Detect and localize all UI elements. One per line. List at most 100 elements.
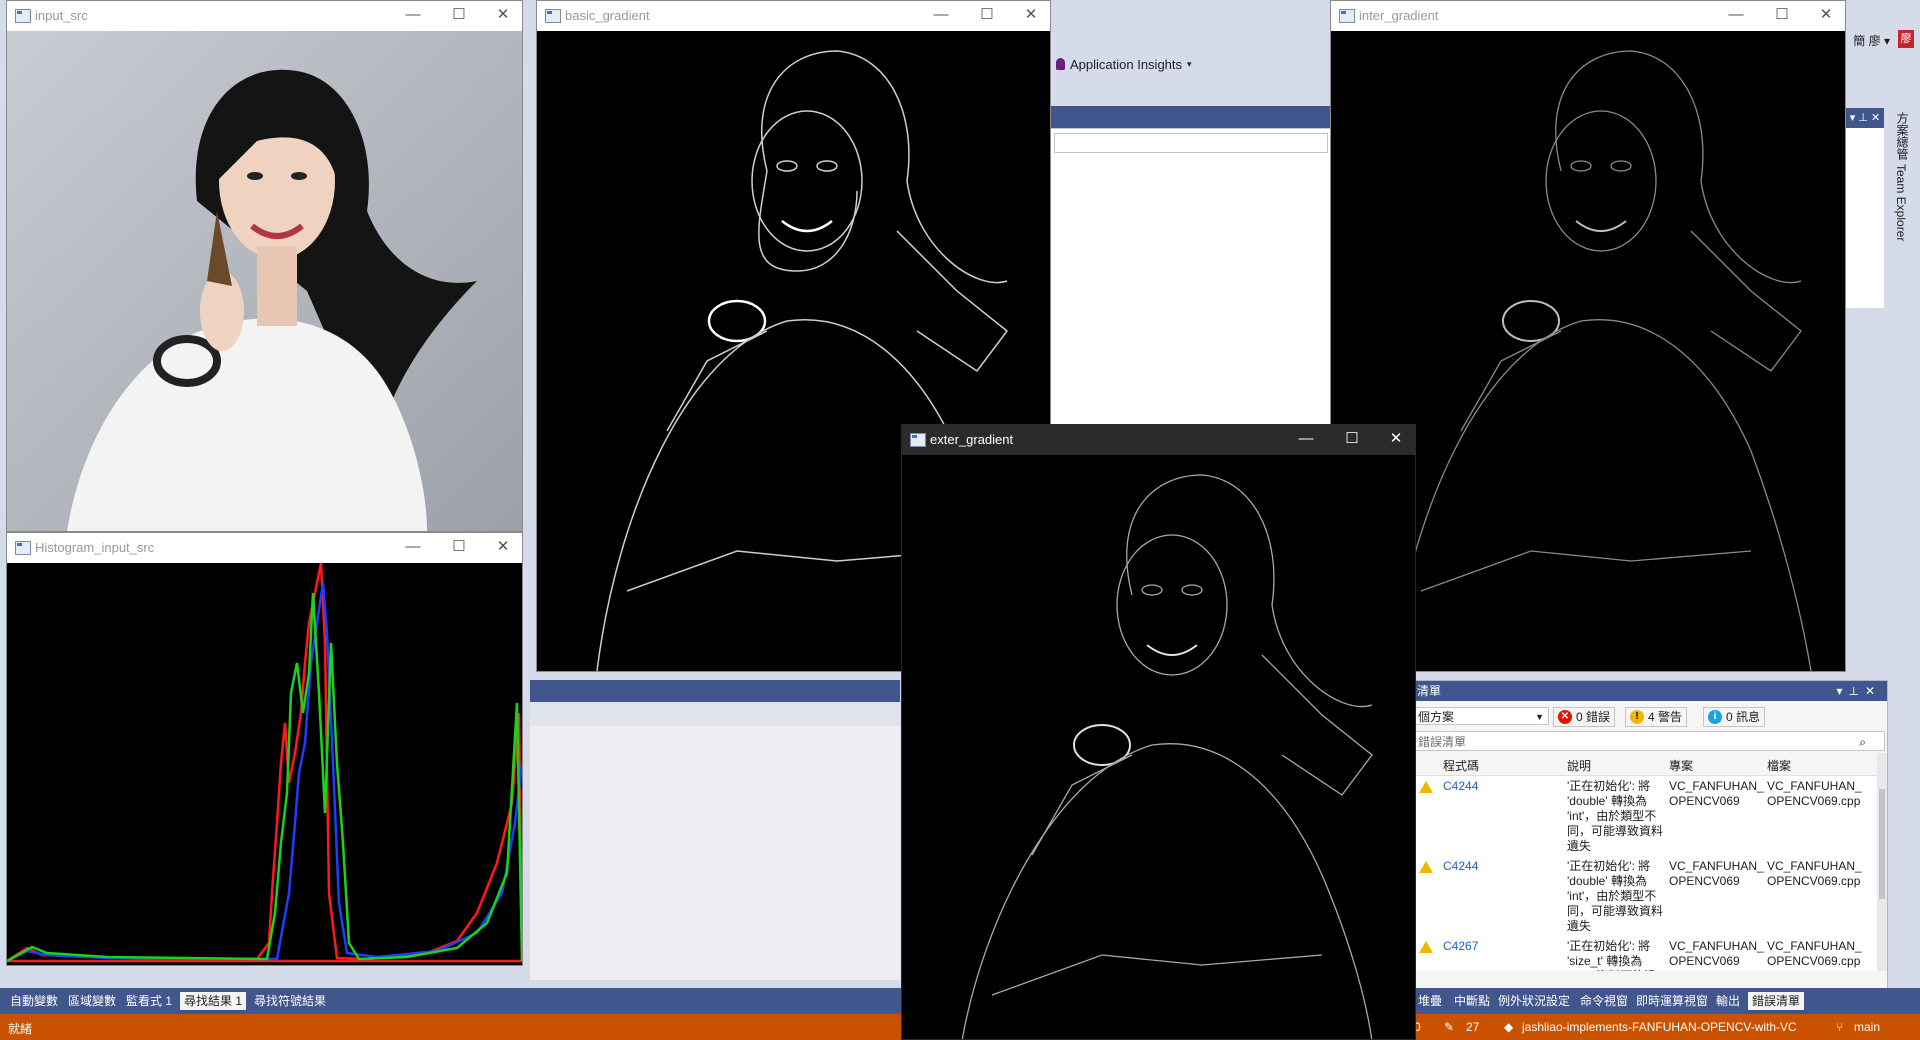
application-insights-icon	[1056, 58, 1065, 70]
warning-code-link[interactable]: C4267	[1443, 939, 1478, 953]
error-search-placeholder: 錯誤清單	[1418, 735, 1467, 749]
table-row[interactable]: C4244 '正在初始化': 將 'double' 轉換為 'int'，由於類型…	[1411, 857, 1877, 935]
editor-field[interactable]	[1054, 133, 1328, 153]
scrollbar-thumb[interactable]	[1879, 789, 1885, 899]
close-button[interactable]: ✕	[1383, 428, 1409, 450]
error-list-title: 清單	[1417, 684, 1442, 698]
title-bar[interactable]: input_src — ☐ ✕	[7, 1, 522, 31]
tab-autos[interactable]: 自動變數	[6, 992, 62, 1010]
window-histogram[interactable]: Histogram_input_src — ☐ ✕	[6, 532, 523, 966]
warning-icon: !	[1630, 710, 1644, 724]
panel-controls[interactable]: ▾⊥✕	[1836, 681, 1881, 701]
tab-solution-explorer[interactable]: 方案總管	[1894, 112, 1911, 160]
minimize-button[interactable]: —	[400, 536, 426, 558]
maximize-button[interactable]: ☐	[1769, 4, 1795, 26]
messages-filter-label: 0 訊息	[1726, 710, 1761, 724]
window-title: basic_gradient	[565, 8, 650, 23]
maximize-button[interactable]: ☐	[1339, 428, 1365, 450]
chevron-down-icon: ▼	[1535, 712, 1544, 722]
histogram-canvas	[7, 563, 522, 965]
account-badge[interactable]: 廖	[1898, 30, 1914, 48]
window-title: input_src	[35, 8, 88, 23]
window-title: exter_gradient	[930, 432, 1014, 447]
tab-find-results-1[interactable]: 尋找結果 1	[180, 992, 247, 1010]
window-exter-gradient[interactable]: exter_gradient — ☐ ✕	[901, 424, 1416, 1040]
image-canvas	[7, 31, 522, 531]
col-description[interactable]: 說明	[1567, 757, 1591, 774]
title-bar[interactable]: basic_gradient — ☐ ✕	[537, 1, 1050, 31]
error-list-panel: 清單 ▾⊥✕ 個方案 ▼ ✕ 0 錯誤 ! 4 警告 i 0 訊息 錯誤清單 ⌕ 程式碼 …	[1410, 680, 1888, 990]
portrait-photo	[7, 31, 522, 531]
error-list-scrollbar[interactable]	[1877, 753, 1887, 971]
tab-command-window[interactable]: 命令視窗	[1576, 992, 1632, 1010]
window-title: Histogram_input_src	[35, 540, 155, 555]
tab-immediate-window[interactable]: 即時運算視窗	[1632, 992, 1712, 1010]
info-icon: i	[1708, 710, 1722, 724]
warning-description: '正在初始化': 將 'double' 轉換為 'int'，由於類型不同，可能導…	[1567, 779, 1664, 853]
warnings-filter-button[interactable]: ! 4 警告	[1625, 707, 1688, 727]
tab-watch-1[interactable]: 監看式 1	[122, 992, 176, 1010]
status-branch[interactable]: main	[1854, 1020, 1880, 1034]
error-list-toolbar: 個方案 ▼ ✕ 0 錯誤 ! 4 警告 i 0 訊息	[1411, 703, 1887, 729]
minimize-button[interactable]: —	[1293, 428, 1319, 450]
title-bar[interactable]: inter_gradient — ☐ ✕	[1331, 1, 1845, 31]
close-button[interactable]: ✕	[490, 536, 516, 558]
maximize-button[interactable]: ☐	[446, 4, 472, 26]
output-panel-header	[530, 680, 900, 702]
maximize-button[interactable]: ☐	[446, 536, 472, 558]
close-button[interactable]: ✕	[490, 4, 516, 26]
tab-team-explorer[interactable]: Team Explorer	[1894, 164, 1908, 241]
tab-locals[interactable]: 區域變數	[64, 992, 120, 1010]
warning-description: '正在初始化': 將 'double' 轉換為 'int'，由於類型不同，可能導…	[1567, 859, 1664, 933]
close-button[interactable]: ✕	[1018, 4, 1044, 26]
warning-project: VC_FANFUHAN_ OPENCV069	[1669, 859, 1764, 888]
error-list-title-bar: 清單 ▾⊥✕	[1411, 681, 1887, 701]
col-project[interactable]: 專案	[1669, 757, 1693, 774]
error-search-input[interactable]: 錯誤清單 ⌕	[1411, 731, 1885, 751]
minimize-button[interactable]: —	[1723, 4, 1749, 26]
close-button[interactable]: ✕	[1813, 4, 1839, 26]
output-panel	[530, 680, 900, 980]
pencil-icon: ✎	[1444, 1020, 1455, 1034]
gradient-image	[902, 455, 1415, 1039]
window-input-src[interactable]: input_src — ☐ ✕	[6, 0, 523, 532]
account-name[interactable]: 簡 廖 ▾	[1853, 32, 1890, 49]
warning-code-link[interactable]: C4244	[1443, 779, 1478, 793]
editor-document[interactable]	[1050, 128, 1332, 429]
errors-filter-button[interactable]: ✕ 0 錯誤	[1553, 707, 1616, 727]
status-repo[interactable]: jashliao-implements-FANFUHAN-OPENCV-with…	[1522, 1020, 1797, 1034]
git-repo-icon: ◆	[1504, 1020, 1514, 1034]
status-edits[interactable]: 27	[1466, 1020, 1479, 1034]
warning-project: VC_FANFUHAN_ OPENCV069	[1669, 939, 1764, 968]
tab-error-list[interactable]: 錯誤清單	[1748, 992, 1805, 1010]
title-bar[interactable]: Histogram_input_src — ☐ ✕	[7, 533, 522, 563]
tab-exception-settings[interactable]: 例外狀況設定	[1494, 992, 1574, 1010]
maximize-button[interactable]: ☐	[974, 4, 1000, 26]
window-title: inter_gradient	[1359, 8, 1439, 23]
table-row[interactable]: C4244 '正在初始化': 將 'double' 轉換為 'int'，由於類型…	[1411, 777, 1877, 855]
git-branch-icon: ⑂	[1836, 1020, 1844, 1034]
table-row[interactable]: C4267 '正在初始化': 將 'size_t' 轉換為 'int'，資料可能…	[1411, 937, 1877, 971]
col-code[interactable]: 程式碼	[1443, 757, 1479, 774]
search-icon: ⌕	[1859, 735, 1866, 749]
application-insights-label: Application Insights	[1070, 56, 1183, 72]
tab-output[interactable]: 輸出	[1712, 992, 1744, 1010]
warning-file: VC_FANFUHAN_ OPENCV069.cpp	[1767, 939, 1862, 968]
col-file[interactable]: 檔案	[1767, 757, 1791, 774]
warning-icon	[1419, 781, 1433, 793]
output-panel-toolbar	[530, 702, 900, 726]
gradient-canvas	[902, 455, 1415, 1039]
tab-breakpoints[interactable]: 中斷點	[1450, 992, 1494, 1010]
minimize-button[interactable]: —	[928, 4, 954, 26]
title-bar[interactable]: exter_gradient — ☐ ✕	[902, 425, 1415, 455]
application-insights-button[interactable]: Application Insights ▾	[1056, 54, 1192, 74]
warning-file: VC_FANFUHAN_ OPENCV069.cpp	[1767, 859, 1862, 888]
app-icon	[1339, 9, 1355, 23]
scope-select[interactable]: 個方案 ▼	[1413, 707, 1549, 725]
tab-call-stack[interactable]: 堆疊	[1414, 992, 1446, 1010]
tab-find-symbol-results[interactable]: 尋找符號結果	[250, 992, 330, 1010]
messages-filter-button[interactable]: i 0 訊息	[1703, 707, 1766, 727]
account-area[interactable]: 簡 廖 ▾ 廖	[1838, 0, 1920, 60]
warning-code-link[interactable]: C4244	[1443, 859, 1478, 873]
minimize-button[interactable]: —	[400, 4, 426, 26]
